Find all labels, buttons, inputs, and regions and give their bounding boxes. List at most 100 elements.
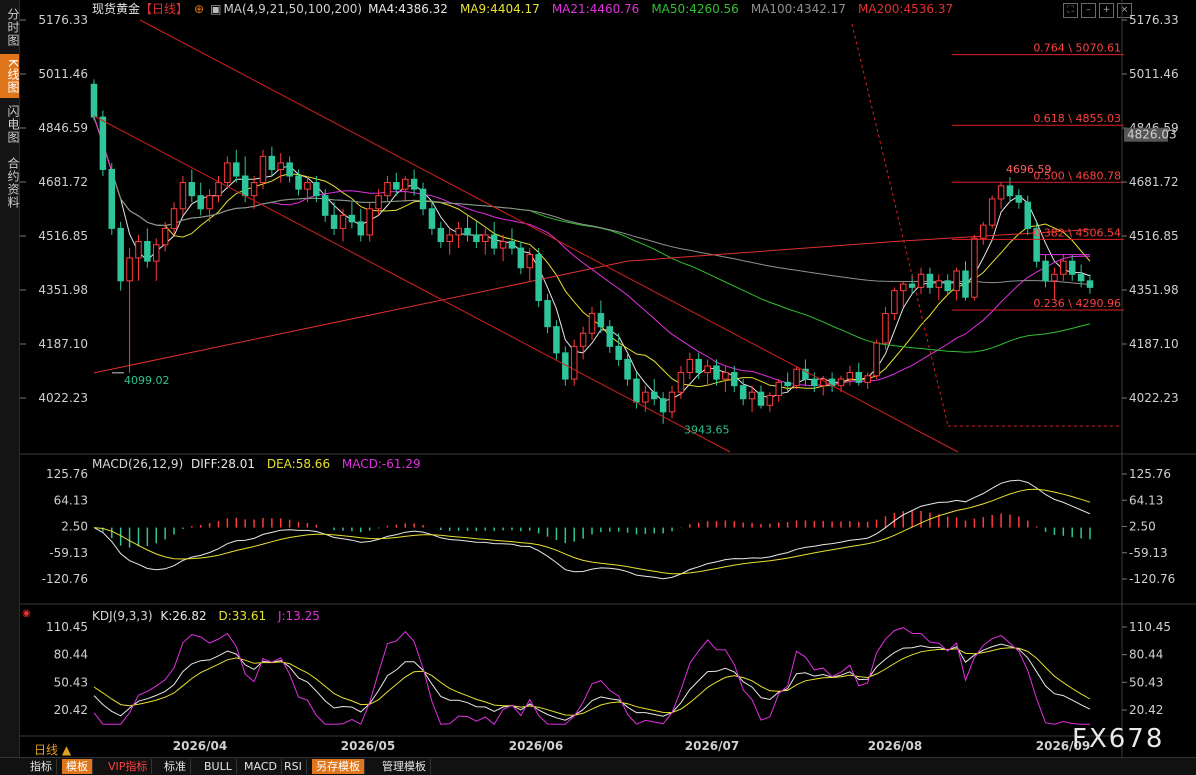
candle-body	[766, 394, 774, 406]
candle-body	[473, 234, 480, 243]
candle-body	[624, 358, 631, 380]
tab-templates[interactable]: 模板	[62, 759, 93, 774]
chart-canvas[interactable]: 0.764 \ 5070.610.618 \ 4855.030.500 \ 46…	[0, 0, 1196, 757]
candle-body	[606, 326, 614, 347]
price-axis-left-label: 5176.33	[38, 13, 88, 27]
price-axis-right-label: 5176.33	[1129, 13, 1179, 27]
price-axis-left-label: 4022.23	[38, 391, 88, 405]
tab-manage-templates[interactable]: 管理模板	[378, 759, 431, 774]
candle-body	[508, 241, 516, 249]
macd-axis-right-label: 64.13	[1129, 493, 1163, 507]
price-axis-right-label: 4681.72	[1129, 175, 1179, 189]
candle-body	[401, 178, 409, 190]
kdj-axis-left-label: 20.42	[54, 703, 88, 717]
candle-body	[668, 391, 676, 413]
candle-body	[437, 227, 445, 243]
macd-axis-right-label: 2.50	[1129, 520, 1156, 534]
candle-body	[490, 234, 498, 249]
macd-axis-left-label: 125.76	[46, 467, 88, 481]
tab-indicators[interactable]: 指标	[26, 759, 57, 774]
channel-lower-line	[93, 115, 731, 453]
kdj-axis-left-label: 80.44	[54, 648, 88, 662]
candle-body	[295, 175, 302, 190]
price-axis-right-label: 4516.85	[1129, 229, 1179, 243]
candle-body	[570, 345, 578, 380]
candle-body	[170, 208, 178, 229]
ma-line-200	[93, 229, 1091, 374]
kdj-axis-right-label: 50.43	[1129, 675, 1163, 689]
macd-axis-left-label: 2.50	[61, 520, 88, 534]
tab-bull[interactable]: BULL	[200, 759, 237, 774]
candle-body	[179, 182, 187, 210]
fib-level-label: 0.618 \ 4855.03	[1033, 112, 1121, 125]
price-axis-left-label: 4681.72	[38, 175, 88, 189]
candle-body	[837, 378, 845, 387]
candle-body	[882, 313, 889, 344]
price-axis-right-label: 4022.23	[1129, 391, 1179, 405]
tab-vip-indicators[interactable]: VIP指标	[104, 759, 153, 774]
candle-body	[393, 182, 400, 190]
price-axis-left-label: 4351.98	[38, 283, 88, 297]
candle-body	[784, 381, 791, 387]
candle-body	[855, 372, 863, 383]
candle-body	[722, 372, 729, 380]
candle-body	[313, 182, 320, 197]
tab-standard[interactable]: 标准	[160, 759, 191, 774]
candle-body	[757, 391, 765, 406]
price-axis-right-label: 4351.98	[1129, 283, 1179, 297]
candle-body	[526, 254, 534, 269]
watermark: FX678	[1072, 724, 1165, 754]
candle-body	[384, 182, 391, 197]
price-axis-left-label: 4846.59	[38, 121, 88, 135]
tab-rsi[interactable]: RSI	[280, 759, 307, 774]
candle-body	[90, 83, 98, 118]
candle-body	[348, 214, 356, 223]
candle-body	[224, 162, 231, 184]
candle-body	[588, 313, 596, 334]
candle-body	[926, 273, 934, 288]
candle-body	[935, 280, 943, 288]
macd-axis-right-label: 125.76	[1129, 467, 1171, 481]
annotation-low-june: 3943.65	[684, 424, 730, 437]
annotation-high-august: 4696.59	[1006, 163, 1052, 176]
candle-body	[891, 290, 898, 315]
macd-axis-left-label: -59.13	[49, 546, 88, 560]
candle-body	[953, 270, 960, 292]
candle-body	[499, 241, 507, 249]
macd-axis-left-label: 64.13	[54, 493, 88, 507]
tab-save-template[interactable]: 另存模板	[312, 759, 365, 774]
fib-level-label: 0.236 \ 4290.96	[1033, 297, 1121, 310]
candle-body	[971, 237, 978, 298]
price-axis-right-label: 5011.46	[1129, 67, 1179, 81]
candle-body	[1068, 260, 1076, 275]
kdj-axis-right-label: 20.42	[1129, 703, 1163, 717]
tab-macd[interactable]: MACD	[240, 759, 282, 774]
candle-body	[206, 195, 213, 210]
candle-body	[642, 391, 649, 403]
candle-body	[1024, 201, 1032, 229]
candle-body	[713, 365, 720, 380]
candle-body	[135, 241, 142, 259]
price-axis-left-label: 4516.85	[38, 229, 88, 243]
candle-body	[899, 283, 907, 292]
candle-body	[677, 372, 685, 393]
candle-body	[633, 378, 640, 403]
annotation-low-april: 4099.02	[124, 374, 170, 387]
candle-body	[215, 182, 222, 197]
candle-body	[659, 398, 667, 413]
candle-body	[455, 227, 462, 236]
period-selector[interactable]: 日线 ▲	[34, 741, 71, 758]
candle-body	[988, 198, 996, 226]
candle-body	[775, 381, 783, 396]
time-axis-label: 2026/04	[173, 739, 227, 753]
candle-body	[917, 273, 925, 288]
kdj-axis-right-label: 80.44	[1129, 648, 1163, 662]
time-axis-label: 2026/06	[509, 739, 563, 753]
candle-body	[250, 182, 258, 197]
candle-body	[197, 195, 204, 210]
candle-body	[873, 342, 880, 377]
candle-body	[1006, 185, 1014, 197]
candle-body	[731, 372, 738, 387]
ma-line-21	[93, 116, 1091, 387]
candle-body	[1086, 280, 1094, 288]
